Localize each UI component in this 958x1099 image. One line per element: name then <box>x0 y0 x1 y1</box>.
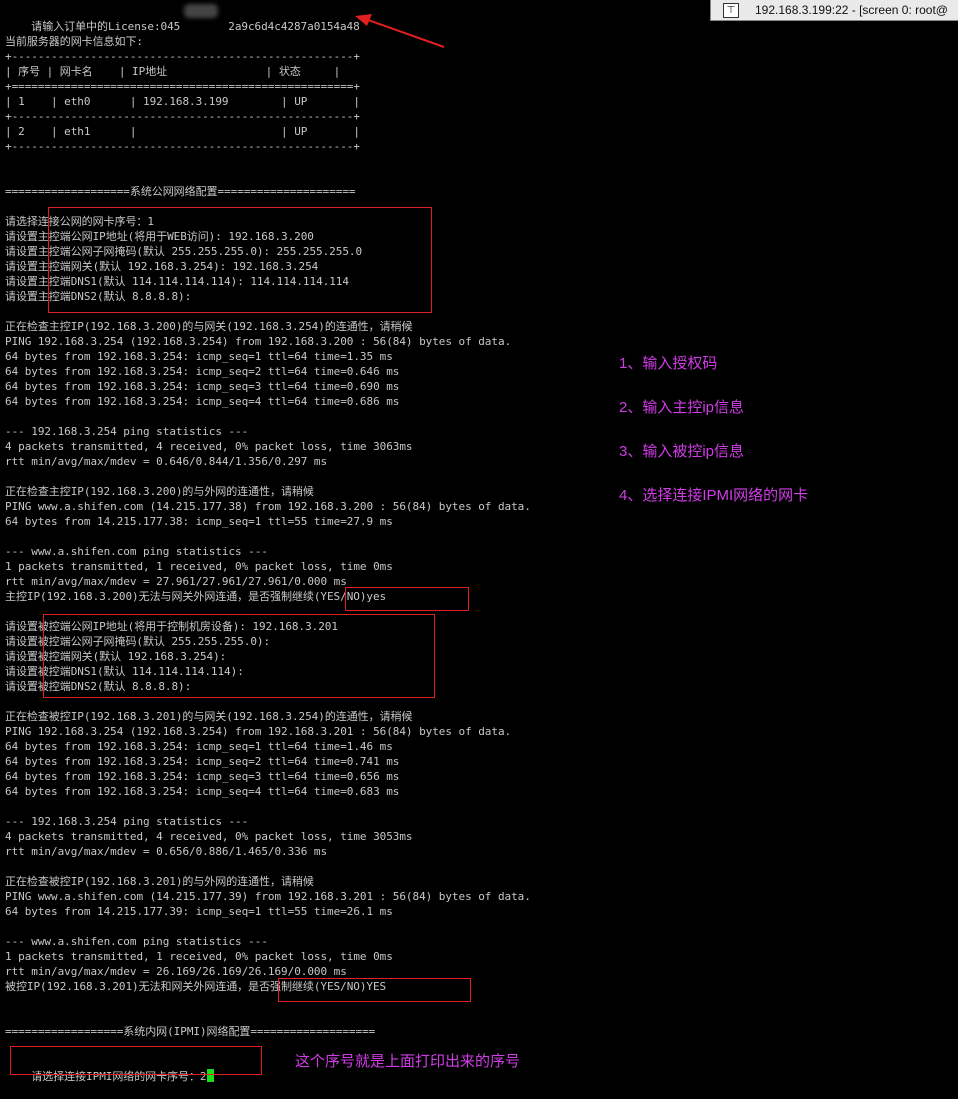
step4-note: 4、选择连接IPMI网络的网卡 <box>619 487 809 504</box>
slave-ip-highlight-box <box>43 614 435 698</box>
ipmi-nic-highlight-box <box>10 1046 262 1075</box>
step2-note: 2、输入主控ip信息 <box>619 399 745 416</box>
terminal-line: 64 bytes from 14.215.177.39: icmp_seq=1 … <box>5 905 393 918</box>
slave-continue-highlight-box <box>278 978 471 1002</box>
terminal-line: PING 192.168.3.254 (192.168.3.254) from … <box>5 335 512 348</box>
arrow-line <box>367 19 445 48</box>
terminal-line: 64 bytes from 192.168.3.254: icmp_seq=1 … <box>5 740 393 753</box>
terminal-line: 4 packets transmitted, 4 received, 0% pa… <box>5 830 413 843</box>
terminal-line: 64 bytes from 192.168.3.254: icmp_seq=3 … <box>5 380 400 393</box>
terminal-line: 64 bytes from 192.168.3.254: icmp_seq=2 … <box>5 365 400 378</box>
nic-table-border: +---------------------------------------… <box>5 110 360 123</box>
terminal-line: 64 bytes from 14.215.177.38: icmp_seq=1 … <box>5 515 393 528</box>
terminal-line: --- 192.168.3.254 ping statistics --- <box>5 425 249 438</box>
terminal-line: 64 bytes from 192.168.3.254: icmp_seq=4 … <box>5 395 400 408</box>
master-continue-highlight-box <box>345 587 469 611</box>
terminal-line: PING www.a.shifen.com (14.215.177.38) fr… <box>5 500 531 513</box>
terminal-line: rtt min/avg/max/mdev = 0.656/0.886/1.465… <box>5 845 328 858</box>
terminal-line: --- 192.168.3.254 ping statistics --- <box>5 815 249 828</box>
arrow-head <box>355 14 372 26</box>
section-heading: ===================系统公网网络配置=============… <box>5 185 356 198</box>
nic-table-row: | 2 | eth1 | | UP | <box>5 125 360 138</box>
step1-note: 1、输入授权码 <box>619 355 718 372</box>
nic-table-border: +---------------------------------------… <box>5 140 360 153</box>
terminal-line: 4 packets transmitted, 4 received, 0% pa… <box>5 440 413 453</box>
terminal-line: 正在检查主控IP(192.168.3.200)的与外网的连通性，请稍候 <box>5 485 314 498</box>
terminal-line: 1 packets transmitted, 1 received, 0% pa… <box>5 560 393 573</box>
terminal-line: --- www.a.shifen.com ping statistics --- <box>5 545 268 558</box>
bottom-note: 这个序号就是上面打印出来的序号 <box>295 1053 521 1070</box>
terminal-line: 1 packets transmitted, 1 received, 0% pa… <box>5 950 393 963</box>
nic-table-border: +=======================================… <box>5 80 360 93</box>
master-ip-highlight-box <box>48 207 432 313</box>
terminal-line: 64 bytes from 192.168.3.254: icmp_seq=2 … <box>5 755 400 768</box>
terminal-line: PING www.a.shifen.com (14.215.177.39) fr… <box>5 890 531 903</box>
arrow-annotation <box>355 14 445 48</box>
step3-note: 3、输入被控ip信息 <box>619 443 745 460</box>
nic-table-row: | 1 | eth0 | 192.168.3.199 | UP | <box>5 95 360 108</box>
terminal-line: rtt min/avg/max/mdev = 0.646/0.844/1.356… <box>5 455 328 468</box>
section-heading: ==================系统内网(IPMI)网络配置========… <box>5 1025 376 1038</box>
terminal-line: 64 bytes from 192.168.3.254: icmp_seq=1 … <box>5 350 393 363</box>
terminal-line: 正在检查被控IP(192.168.3.201)的与外网的连通性，请稍候 <box>5 875 314 888</box>
terminal-line: --- www.a.shifen.com ping statistics --- <box>5 935 268 948</box>
terminal-line: rtt min/avg/max/mdev = 26.169/26.169/26.… <box>5 965 347 978</box>
terminal-line: 64 bytes from 192.168.3.254: icmp_seq=3 … <box>5 770 400 783</box>
terminal-line: 64 bytes from 192.168.3.254: icmp_seq=4 … <box>5 785 400 798</box>
nic-table-header: | 序号 | 网卡名 | IP地址 | 状态 | <box>5 65 341 78</box>
terminal-line: PING 192.168.3.254 (192.168.3.254) from … <box>5 725 512 738</box>
terminal-line: 正在检查主控IP(192.168.3.200)的与网关(192.168.3.25… <box>5 320 413 333</box>
terminal-line: 正在检查被控IP(192.168.3.201)的与网关(192.168.3.25… <box>5 710 413 723</box>
terminal-line: 主控IP(192.168.3.200)无法与网关外网连通，是否强制继续(YES/… <box>5 590 387 603</box>
terminal-line: rtt min/avg/max/mdev = 27.961/27.961/27.… <box>5 575 347 588</box>
